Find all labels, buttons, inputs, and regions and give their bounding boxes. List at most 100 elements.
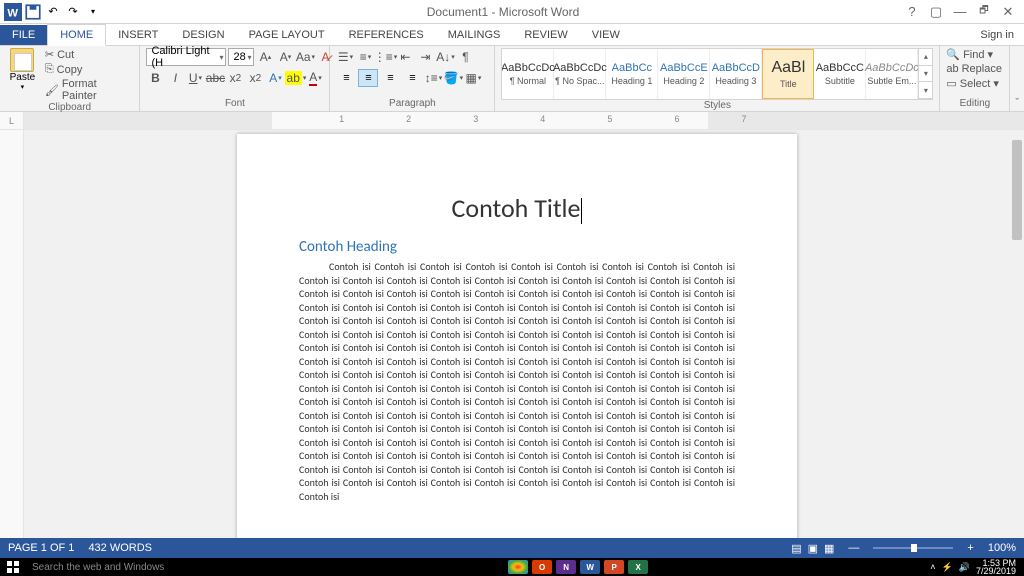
highlight-button[interactable]: ab xyxy=(286,69,304,87)
read-mode-icon[interactable]: ▤ xyxy=(791,542,801,555)
style-item-nospac[interactable]: AaBbCcDc¶ No Spac... xyxy=(554,49,606,99)
word-count[interactable]: 432 WORDS xyxy=(88,542,152,554)
grow-font-button[interactable]: A▴ xyxy=(256,48,274,66)
print-layout-icon[interactable]: ▣ xyxy=(808,542,818,555)
web-layout-icon[interactable]: ▦ xyxy=(824,542,834,555)
tab-references[interactable]: REFERENCES xyxy=(337,25,436,45)
subscript-button[interactable]: x2 xyxy=(226,69,244,87)
style-item-heading2[interactable]: AaBbCcEHeading 2 xyxy=(658,49,710,99)
borders-button[interactable]: ▦ xyxy=(464,69,482,87)
close-icon[interactable]: ✕ xyxy=(1000,4,1016,20)
tab-insert[interactable]: INSERT xyxy=(106,25,170,45)
ribbon-display-icon[interactable]: ▢ xyxy=(928,4,944,20)
decrease-indent-button[interactable]: ⇤ xyxy=(396,48,414,66)
align-right-button[interactable]: ≡ xyxy=(380,69,400,87)
document-body-text[interactable]: Contoh isi Contoh isi Contoh isi Contoh … xyxy=(299,260,735,503)
word-app-icon[interactable]: W xyxy=(4,3,22,21)
vertical-scrollbar[interactable] xyxy=(1010,130,1024,558)
gallery-down-icon[interactable]: ▾ xyxy=(919,66,932,83)
undo-icon[interactable]: ↶ xyxy=(44,3,62,21)
zoom-slider-thumb[interactable] xyxy=(911,544,917,552)
show-marks-button[interactable]: ¶ xyxy=(456,48,474,66)
taskbar-search[interactable]: Search the web and Windows xyxy=(26,562,226,573)
minimize-icon[interactable]: — xyxy=(952,4,968,19)
tab-design[interactable]: DESIGN xyxy=(170,25,236,45)
system-tray[interactable]: ˄ ⚡ 🔊 1:53 PM 7/29/2019 xyxy=(930,559,1020,575)
format-painter-button[interactable]: 🖌Format Painter xyxy=(43,78,134,102)
select-button[interactable]: ▭Select ▾ xyxy=(946,77,1002,90)
horizontal-ruler[interactable]: 1234567 xyxy=(24,112,1024,129)
page-viewport[interactable]: Contoh Title Contoh Heading Contoh isi C… xyxy=(24,130,1010,558)
office-icon[interactable]: O xyxy=(532,560,552,574)
style-item-subtleem[interactable]: AaBbCcDcSubtle Em... xyxy=(866,49,918,99)
tab-home[interactable]: HOME xyxy=(47,24,106,46)
document-title-text[interactable]: Contoh Title xyxy=(299,192,735,224)
onenote-icon[interactable]: N xyxy=(556,560,576,574)
page[interactable]: Contoh Title Contoh Heading Contoh isi C… xyxy=(237,134,797,558)
change-case-button[interactable]: Aa xyxy=(296,48,314,66)
underline-button[interactable]: U xyxy=(186,69,204,87)
italic-button[interactable]: I xyxy=(166,69,184,87)
tab-view[interactable]: VIEW xyxy=(580,25,632,45)
tab-mailings[interactable]: MAILINGS xyxy=(436,25,513,45)
scrollbar-thumb[interactable] xyxy=(1012,140,1022,240)
tab-file[interactable]: FILE xyxy=(0,25,47,45)
bullets-button[interactable]: ☰ xyxy=(336,48,354,66)
help-icon[interactable]: ? xyxy=(904,4,920,19)
find-button[interactable]: 🔍Find ▾ xyxy=(946,48,1002,61)
multilevel-list-button[interactable]: ⋮≡ xyxy=(376,48,394,66)
vertical-ruler[interactable] xyxy=(0,130,24,558)
restore-icon[interactable]: 🗗 xyxy=(976,3,992,20)
sign-in-link[interactable]: Sign in xyxy=(970,25,1024,45)
style-name: Title xyxy=(780,79,797,89)
strikethrough-button[interactable]: abc xyxy=(206,69,224,87)
clock[interactable]: 1:53 PM 7/29/2019 xyxy=(976,559,1020,575)
start-button[interactable] xyxy=(4,558,22,576)
excel-icon[interactable]: X xyxy=(628,560,648,574)
paste-button[interactable]: Paste ▾ xyxy=(6,48,39,91)
align-left-button[interactable]: ≡ xyxy=(336,69,356,87)
replace-button[interactable]: abReplace xyxy=(946,63,1002,75)
chrome-icon[interactable] xyxy=(508,560,528,574)
zoom-out-button[interactable]: — xyxy=(848,542,859,554)
word-taskbar-icon[interactable]: W xyxy=(580,560,600,574)
tab-review[interactable]: REVIEW xyxy=(512,25,579,45)
style-item-subtitle[interactable]: AaBbCcCSubtitle xyxy=(814,49,866,99)
redo-icon[interactable]: ↷ xyxy=(64,3,82,21)
cut-button[interactable]: ✂Cut xyxy=(43,48,134,61)
collapse-ribbon-icon[interactable]: ˇ xyxy=(1010,46,1024,111)
qat-customize-icon[interactable]: ▾ xyxy=(84,3,102,21)
network-icon[interactable]: ⚡ xyxy=(942,562,953,573)
font-color-button[interactable]: A xyxy=(306,69,324,87)
zoom-in-button[interactable]: + xyxy=(967,542,973,554)
numbering-button[interactable]: ≡ xyxy=(356,48,374,66)
font-size-combo[interactable]: 28 xyxy=(228,48,254,66)
shrink-font-button[interactable]: A▾ xyxy=(276,48,294,66)
sort-button[interactable]: A↓ xyxy=(436,48,454,66)
text-effects-button[interactable]: A xyxy=(266,69,284,87)
superscript-button[interactable]: x2 xyxy=(246,69,264,87)
tab-page-layout[interactable]: PAGE LAYOUT xyxy=(237,25,337,45)
font-name-combo[interactable]: Calibri Light (H xyxy=(146,48,226,66)
gallery-up-icon[interactable]: ▴ xyxy=(919,49,932,66)
shading-button[interactable]: 🪣 xyxy=(444,69,462,87)
style-item-title[interactable]: AaBlTitle xyxy=(762,49,814,99)
volume-icon[interactable]: 🔊 xyxy=(959,562,970,573)
style-item-heading1[interactable]: AaBbCcHeading 1 xyxy=(606,49,658,99)
style-item-heading3[interactable]: AaBbCcDHeading 3 xyxy=(710,49,762,99)
document-heading-text[interactable]: Contoh Heading xyxy=(299,238,735,256)
page-indicator[interactable]: PAGE 1 OF 1 xyxy=(8,542,74,554)
bold-button[interactable]: B xyxy=(146,69,164,87)
increase-indent-button[interactable]: ⇥ xyxy=(416,48,434,66)
gallery-more-icon[interactable]: ▾ xyxy=(919,82,932,99)
save-icon[interactable] xyxy=(24,3,42,21)
powerpoint-icon[interactable]: P xyxy=(604,560,624,574)
line-spacing-button[interactable]: ↕≡ xyxy=(424,69,442,87)
zoom-slider[interactable] xyxy=(873,547,953,549)
copy-button[interactable]: ⎘Copy xyxy=(43,63,134,76)
justify-button[interactable]: ≡ xyxy=(402,69,422,87)
tray-chevron-icon[interactable]: ˄ xyxy=(930,562,935,572)
align-center-button[interactable]: ≡ xyxy=(358,69,378,87)
style-item-normal[interactable]: AaBbCcDc¶ Normal xyxy=(502,49,554,99)
zoom-level[interactable]: 100% xyxy=(988,542,1016,554)
